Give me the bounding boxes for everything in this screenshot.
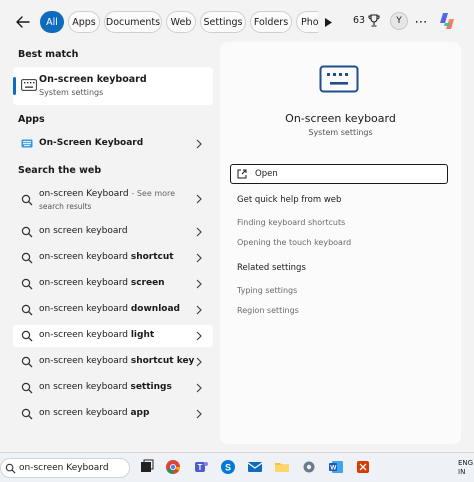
keyboard-icon: [319, 65, 359, 93]
mail-icon[interactable]: [247, 459, 263, 475]
web-result-sublabel: search results: [39, 202, 92, 211]
teams-icon[interactable]: T: [193, 459, 209, 475]
chevron-right-icon: [196, 383, 202, 393]
web-result-label: on screen keyboard: [39, 226, 128, 236]
chrome-icon[interactable]: [165, 459, 181, 475]
keyboard-icon: [21, 79, 37, 91]
chevron-right-icon: [196, 194, 202, 204]
search-icon: [21, 304, 33, 316]
search-icon: [21, 194, 33, 206]
taskbar-search-text: on-screen Keyboard: [19, 463, 109, 473]
best-match-subtitle: System settings: [39, 88, 104, 97]
web-result-label: on-screen keyboard shortcut: [39, 252, 174, 262]
search-icon: [21, 356, 33, 368]
tab-all[interactable]: All: [40, 11, 64, 33]
web-result-item[interactable]: on-screen keyboard shortcut: [13, 247, 213, 269]
web-result-label: on-screen Keyboard - See more: [39, 189, 176, 199]
search-panel: All Apps Documents Web Settings Folders …: [0, 0, 474, 453]
skype-icon[interactable]: S: [220, 459, 236, 475]
avatar[interactable]: Y: [390, 12, 408, 30]
results-list: Best match On-screen keyboard System set…: [0, 44, 220, 444]
help-link-keyboard-shortcuts[interactable]: Finding keyboard shortcuts: [237, 218, 345, 227]
snipping-tool-icon[interactable]: [355, 459, 371, 475]
search-web-heading: Search the web: [18, 165, 102, 176]
web-result-label: on-screen keyboard screen: [39, 278, 165, 288]
app-result-on-screen-keyboard[interactable]: On-Screen Keyboard: [13, 133, 213, 155]
chevron-right-icon: [196, 305, 202, 315]
selection-indicator: [13, 77, 16, 95]
tab-apps[interactable]: Apps: [68, 11, 100, 33]
help-link-touch-keyboard[interactable]: Opening the touch keyboard: [237, 238, 351, 247]
web-result-label: on-screen keyboard light: [39, 330, 155, 340]
best-match-title: On-screen keyboard: [39, 74, 147, 85]
web-result-item[interactable]: on screen keyboard settings: [13, 377, 213, 399]
rewards-trophy-icon[interactable]: [368, 13, 380, 29]
apps-heading: Apps: [18, 114, 45, 125]
related-settings-heading: Related settings: [237, 263, 306, 273]
tab-folders[interactable]: Folders: [250, 11, 292, 33]
web-result-item[interactable]: on screen keyboard app: [13, 403, 213, 425]
preview-pane: On-screen keyboard System settings Open …: [220, 42, 461, 444]
on-screen-keyboard-app-icon: [21, 139, 33, 148]
language-indicator[interactable]: ENG IN: [458, 459, 473, 477]
word-icon[interactable]: W: [328, 459, 344, 475]
search-icon: [5, 463, 16, 474]
back-arrow-icon: [16, 16, 30, 28]
best-match-heading: Best match: [18, 49, 79, 60]
preview-subtitle: System settings: [308, 128, 373, 137]
web-result-item[interactable]: on-screen keyboard shortcut key: [13, 351, 213, 373]
chevron-right-icon: [196, 331, 202, 341]
chevron-right-icon: [196, 357, 202, 367]
web-result-item[interactable]: on screen keyboard: [13, 221, 213, 243]
open-button-label: Open: [255, 169, 278, 179]
web-result-item[interactable]: on-screen keyboard download: [13, 299, 213, 321]
search-icon: [21, 382, 33, 394]
rewards-points: 63: [353, 15, 366, 26]
web-result-label: on screen keyboard app: [39, 408, 150, 418]
app-result-label: On-Screen Keyboard: [39, 138, 144, 148]
search-icon: [21, 408, 33, 420]
related-link-region[interactable]: Region settings: [237, 306, 299, 315]
tab-photos[interactable]: Pho: [296, 11, 318, 33]
tab-web[interactable]: Web: [166, 11, 196, 33]
web-result-see-more[interactable]: on-screen Keyboard - See more search res…: [13, 187, 213, 215]
chevron-right-icon: [196, 279, 202, 289]
chevron-right-icon: [196, 227, 202, 237]
web-result-item-hovered[interactable]: on-screen keyboard light: [13, 325, 213, 347]
search-icon: [21, 226, 33, 238]
search-icon: [21, 330, 33, 342]
search-icon: [21, 278, 33, 290]
svg-text:S: S: [225, 463, 231, 473]
web-result-label: on-screen keyboard download: [39, 304, 180, 314]
chevron-right-icon: [196, 139, 202, 149]
taskbar: on-screen Keyboard T S W ENG IN: [0, 454, 474, 482]
open-button[interactable]: Open: [230, 164, 448, 184]
preview-title: On-screen keyboard: [285, 112, 396, 125]
taskbar-search-box[interactable]: on-screen Keyboard: [0, 458, 130, 478]
filter-bar: All Apps Documents Web Settings Folders …: [0, 0, 474, 44]
web-result-label: on-screen keyboard shortcut key: [39, 356, 195, 366]
file-explorer-icon[interactable]: [274, 459, 290, 475]
chevron-right-icon: [196, 253, 202, 263]
svg-text:W: W: [330, 465, 337, 472]
task-view-icon[interactable]: [139, 459, 155, 475]
svg-text:T: T: [198, 463, 203, 472]
chevron-right-icon: [196, 409, 202, 419]
tab-documents[interactable]: Documents: [104, 11, 162, 33]
search-icon: [21, 252, 33, 264]
tab-settings[interactable]: Settings: [200, 11, 246, 33]
best-match-card[interactable]: On-screen keyboard System settings: [13, 67, 213, 105]
more-options-icon[interactable]: ⋯: [414, 12, 428, 32]
settings-gear-icon[interactable]: [301, 459, 317, 475]
related-link-typing[interactable]: Typing settings: [237, 286, 297, 295]
web-result-item[interactable]: on-screen keyboard screen: [13, 273, 213, 295]
copilot-icon[interactable]: [437, 11, 457, 31]
back-button[interactable]: [12, 12, 34, 32]
scroll-tabs-play-icon[interactable]: [323, 15, 333, 29]
web-result-label: on screen keyboard settings: [39, 382, 172, 392]
quick-help-heading: Get quick help from web: [237, 195, 342, 205]
open-external-icon: [237, 169, 247, 179]
